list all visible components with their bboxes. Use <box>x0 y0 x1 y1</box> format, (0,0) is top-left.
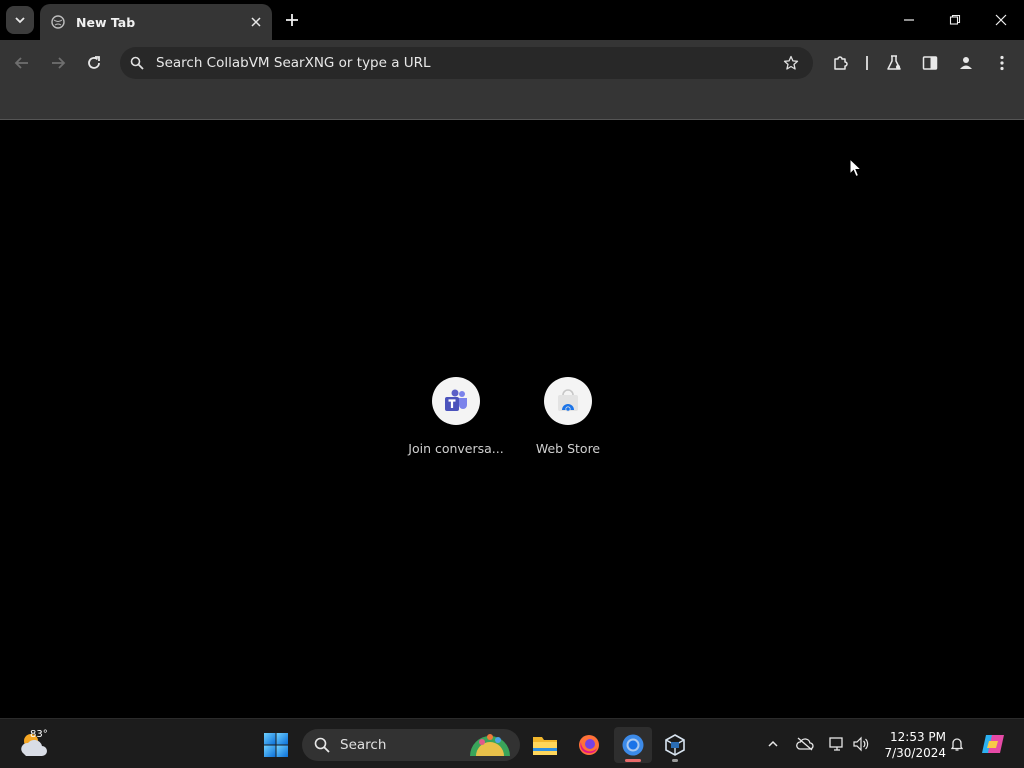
search-icon <box>128 54 146 72</box>
search-highlight-art-icon <box>470 734 510 756</box>
puzzle-icon <box>834 56 848 70</box>
new-tab-button[interactable] <box>280 8 304 32</box>
firefox-icon <box>579 735 599 755</box>
cloud-offline-icon <box>796 737 814 751</box>
close-icon <box>251 17 261 27</box>
teams-icon <box>445 389 467 411</box>
flask-icon <box>887 55 901 70</box>
windows-start-icon[interactable] <box>262 731 290 759</box>
arrow-right-icon <box>52 57 66 69</box>
shortcut-tile[interactable]: Join conversa... <box>400 377 512 456</box>
shortcut-label: Web Store <box>535 441 601 456</box>
taskbar-clock[interactable]: 12:53 PM 7/30/2024 <box>880 729 946 761</box>
person-icon <box>960 57 972 69</box>
running-app-indicator <box>672 759 678 762</box>
weather-temperature: 83° <box>30 729 48 740</box>
labs-button[interactable] <box>882 51 906 75</box>
tab-search-button[interactable] <box>6 6 34 34</box>
arrow-left-icon <box>14 57 28 69</box>
tab-new-tab[interactable]: New Tab <box>40 4 272 40</box>
minimize-icon <box>904 19 914 21</box>
reload-icon <box>88 56 100 69</box>
notifications-button[interactable] <box>946 733 968 755</box>
close-window-button[interactable] <box>978 0 1024 40</box>
shortcut-tile[interactable]: Web Store <box>512 377 624 456</box>
forward-button[interactable] <box>44 49 72 77</box>
close-icon <box>995 14 1007 26</box>
network-tray-icon[interactable] <box>826 733 848 755</box>
kebab-menu-icon <box>1000 55 1004 71</box>
volume-tray-icon[interactable] <box>850 733 872 755</box>
chevron-down-icon <box>15 17 25 24</box>
reload-button[interactable] <box>80 49 108 77</box>
shortcut-icon-circle <box>432 377 480 425</box>
minimize-button[interactable] <box>886 0 932 40</box>
side-panel-button[interactable] <box>918 51 942 75</box>
bookmarks-bar <box>0 86 1024 120</box>
tab-strip: New Tab <box>0 0 1024 40</box>
star-icon <box>783 55 799 70</box>
show-hidden-icons-button[interactable] <box>762 733 784 755</box>
plus-icon <box>286 14 298 26</box>
mouse-cursor-icon <box>849 158 863 178</box>
search-icon <box>314 737 330 753</box>
chrome-web-store-icon <box>558 389 578 412</box>
menu-button[interactable] <box>990 51 1014 75</box>
clock-time: 12:53 PM <box>890 730 946 744</box>
tab-title: New Tab <box>76 14 136 30</box>
chrome-icon <box>622 734 644 756</box>
new-tab-page: Join conversa... Web Store <box>0 121 1024 718</box>
taskbar-file-explorer[interactable] <box>526 727 564 763</box>
onedrive-tray-icon[interactable] <box>794 733 816 755</box>
globe-icon <box>50 14 66 30</box>
bookmark-star-button[interactable] <box>779 51 803 75</box>
active-app-indicator <box>625 759 641 762</box>
profile-button[interactable] <box>954 51 978 75</box>
bell-icon <box>950 738 964 751</box>
shortcut-label: Join conversa... <box>408 441 504 456</box>
network-monitor-icon <box>829 737 843 751</box>
restore-icon <box>949 14 961 25</box>
speaker-icon <box>853 736 869 752</box>
toolbar-separator <box>866 56 868 70</box>
taskbar-virtualbox[interactable] <box>656 727 694 763</box>
taskbar-search-label: Search <box>340 737 387 753</box>
folder-icon <box>533 737 557 755</box>
virtualbox-icon <box>665 734 685 756</box>
taskbar-search[interactable]: Search <box>302 729 520 761</box>
copilot-icon[interactable] <box>980 731 1006 757</box>
shortcut-icon-circle <box>544 377 592 425</box>
browser-toolbar: Search CollabVM SearXNG or type a URL <box>0 40 1024 86</box>
address-bar-placeholder: Search CollabVM SearXNG or type a URL <box>156 55 431 71</box>
restore-button[interactable] <box>932 0 978 40</box>
tab-close-button[interactable] <box>246 12 266 32</box>
taskbar: 83° Search 12:53 PM 7/30/2024 <box>0 718 1024 768</box>
back-button[interactable] <box>8 49 36 77</box>
chevron-up-icon <box>768 740 778 747</box>
taskbar-firefox[interactable] <box>570 727 608 763</box>
address-bar[interactable]: Search CollabVM SearXNG or type a URL <box>120 47 813 79</box>
taskbar-chrome[interactable] <box>614 727 652 763</box>
extensions-button[interactable] <box>829 51 853 75</box>
clock-date: 7/30/2024 <box>884 746 946 760</box>
side-panel-icon <box>922 56 938 70</box>
window-controls <box>886 0 1024 40</box>
